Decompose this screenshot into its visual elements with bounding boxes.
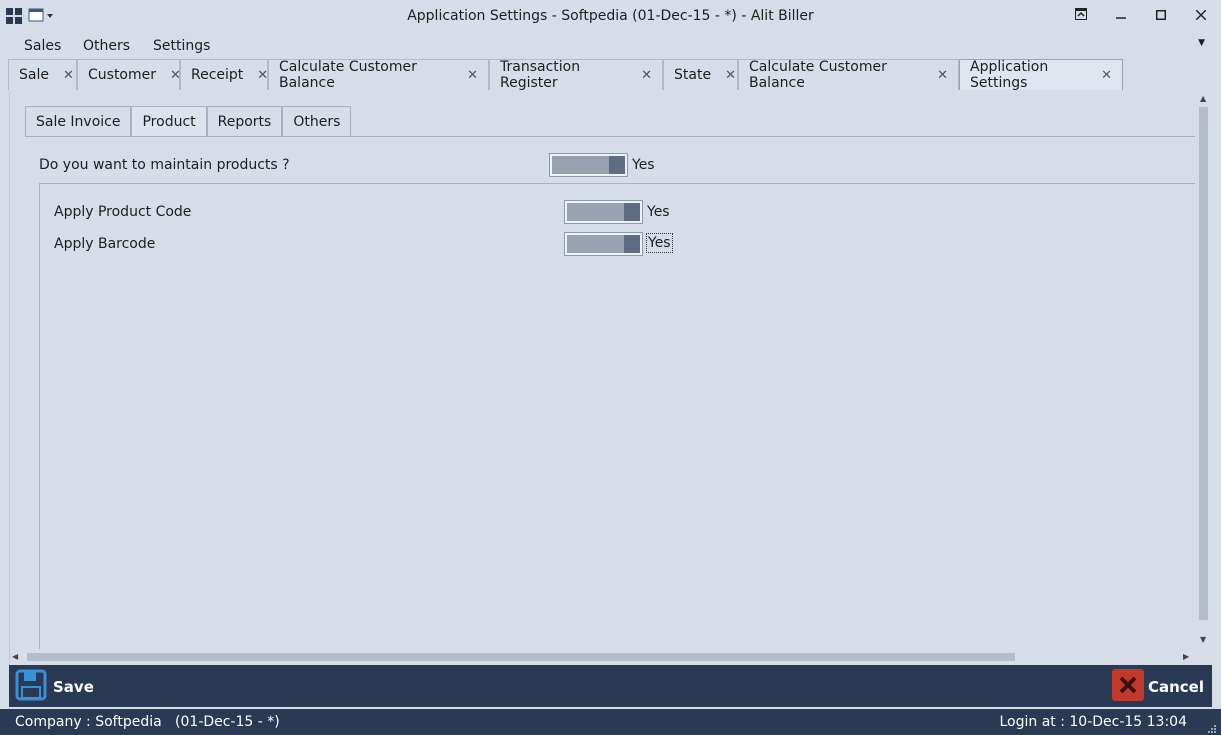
save-button[interactable]: Save <box>15 669 94 705</box>
menu-sales[interactable]: Sales <box>24 38 61 54</box>
window-title: Application Settings - Softpedia (01-Dec… <box>407 8 814 24</box>
close-icon[interactable]: ✕ <box>467 68 478 83</box>
toggle-thumb <box>624 235 640 253</box>
doc-tab-transaction-register[interactable]: Transaction Register ✕ <box>489 59 663 91</box>
tab-others[interactable]: Others <box>282 106 352 137</box>
tab-product[interactable]: Product <box>131 106 207 137</box>
doc-tab-calculate-customer-balance-2[interactable]: Calculate Customer Balance ✕ <box>738 59 959 91</box>
maintain-products-value: Yes <box>632 157 655 173</box>
tab-reports[interactable]: Reports <box>206 106 283 137</box>
window-controls <box>1061 0 1221 32</box>
doc-tab-state[interactable]: State ✕ <box>663 59 738 90</box>
close-icon[interactable]: ✕ <box>725 68 736 83</box>
doc-tab-receipt[interactable]: Receipt ✕ <box>180 59 268 90</box>
close-icon[interactable]: ✕ <box>1101 68 1112 83</box>
maintain-products-label: Do you want to maintain products ? <box>39 157 290 173</box>
settings-tabs: Sale Invoice Product Reports Others <box>25 106 352 137</box>
maximize-button[interactable] <box>1141 0 1181 32</box>
pin-icon <box>1075 8 1087 24</box>
apply-product-code-toggle[interactable] <box>564 200 643 224</box>
scroll-up-icon[interactable]: ▲ <box>1200 94 1206 103</box>
login-status: Login at : 10-Dec-15 13:04 <box>999 714 1187 730</box>
scroll-down-icon[interactable]: ▼ <box>1200 635 1206 644</box>
doc-tab-label: Application Settings <box>970 59 1049 91</box>
horizontal-scroll-thumb[interactable] <box>27 653 1015 661</box>
menu-others[interactable]: Others <box>83 38 130 54</box>
menu-settings[interactable]: Settings <box>153 38 210 54</box>
toggle-track <box>567 235 627 253</box>
cancel-x-icon <box>1111 669 1144 705</box>
doc-tab-label: Calculate Customer Balance <box>279 59 417 91</box>
cancel-label: Cancel <box>1147 678 1204 696</box>
horizontal-scrollbar[interactable]: ◀ ▶ <box>9 649 1196 665</box>
doc-tab-calculate-customer-balance[interactable]: Calculate Customer Balance ✕ <box>268 59 489 91</box>
scroll-right-icon[interactable]: ▶ <box>1183 652 1189 661</box>
apply-barcode-value: Yes <box>646 233 673 253</box>
apply-barcode-toggle[interactable] <box>564 232 643 256</box>
title-bar: Application Settings - Softpedia (01-Dec… <box>0 0 1221 34</box>
minimize-icon <box>1116 8 1126 24</box>
status-bar: Company : Softpedia (01-Dec-15 - *) Logi… <box>0 709 1221 735</box>
maximize-icon <box>1156 8 1166 24</box>
company-status: Company : Softpedia (01-Dec-15 - *) <box>15 714 280 730</box>
apply-barcode-label: Apply Barcode <box>54 236 156 252</box>
restore-ribbon-button[interactable] <box>1061 0 1101 32</box>
doc-tab-label: Transaction Register <box>500 59 581 91</box>
menu-dropdown-icon[interactable]: ▼ <box>1198 38 1205 48</box>
maintain-products-toggle[interactable] <box>549 153 628 177</box>
close-icon[interactable]: ✕ <box>63 68 74 83</box>
doc-tab-sale[interactable]: Sale ✕ <box>8 59 77 90</box>
close-icon[interactable]: ✕ <box>937 68 948 83</box>
close-icon <box>1195 8 1207 24</box>
close-window-button[interactable] <box>1181 0 1221 32</box>
doc-tab-customer[interactable]: Customer ✕ <box>77 59 181 90</box>
doc-tab-application-settings[interactable]: Application Settings ✕ <box>959 59 1123 91</box>
doc-tab-label: Receipt <box>191 67 244 83</box>
doc-tab-label: Customer <box>88 67 157 83</box>
action-bar: Save Cancel <box>9 665 1212 707</box>
apply-product-code-value: Yes <box>647 204 670 220</box>
cancel-button[interactable]: Cancel <box>1111 669 1204 705</box>
floppy-disk-icon <box>15 669 47 705</box>
vertical-scroll-thumb[interactable] <box>1199 107 1208 620</box>
apply-product-code-label: Apply Product Code <box>54 204 192 220</box>
menu-bar: Sales Others Settings ▼ <box>0 36 1221 58</box>
vertical-scrollbar[interactable]: ▲ ▼ <box>1196 91 1212 649</box>
doc-tab-label: Calculate Customer Balance <box>749 59 887 91</box>
document-tabs: Sale ✕ Customer ✕ Receipt ✕ Calculate Custo… <box>8 59 1123 91</box>
toggle-track <box>567 203 627 221</box>
doc-tab-label: State <box>674 67 712 83</box>
toggle-track <box>552 156 612 174</box>
close-icon[interactable]: ✕ <box>257 68 268 83</box>
scroll-left-icon[interactable]: ◀ <box>12 652 18 661</box>
tab-divider <box>25 136 1195 137</box>
resize-grip-icon[interactable] <box>1207 722 1217 733</box>
toggle-thumb <box>624 203 640 221</box>
save-label: Save <box>53 678 94 696</box>
minimize-button[interactable] <box>1101 0 1141 32</box>
doc-tab-label: Sale <box>19 67 49 83</box>
tab-sale-invoice[interactable]: Sale Invoice <box>25 106 132 137</box>
toggle-thumb <box>609 156 625 174</box>
close-icon[interactable]: ✕ <box>641 68 652 83</box>
